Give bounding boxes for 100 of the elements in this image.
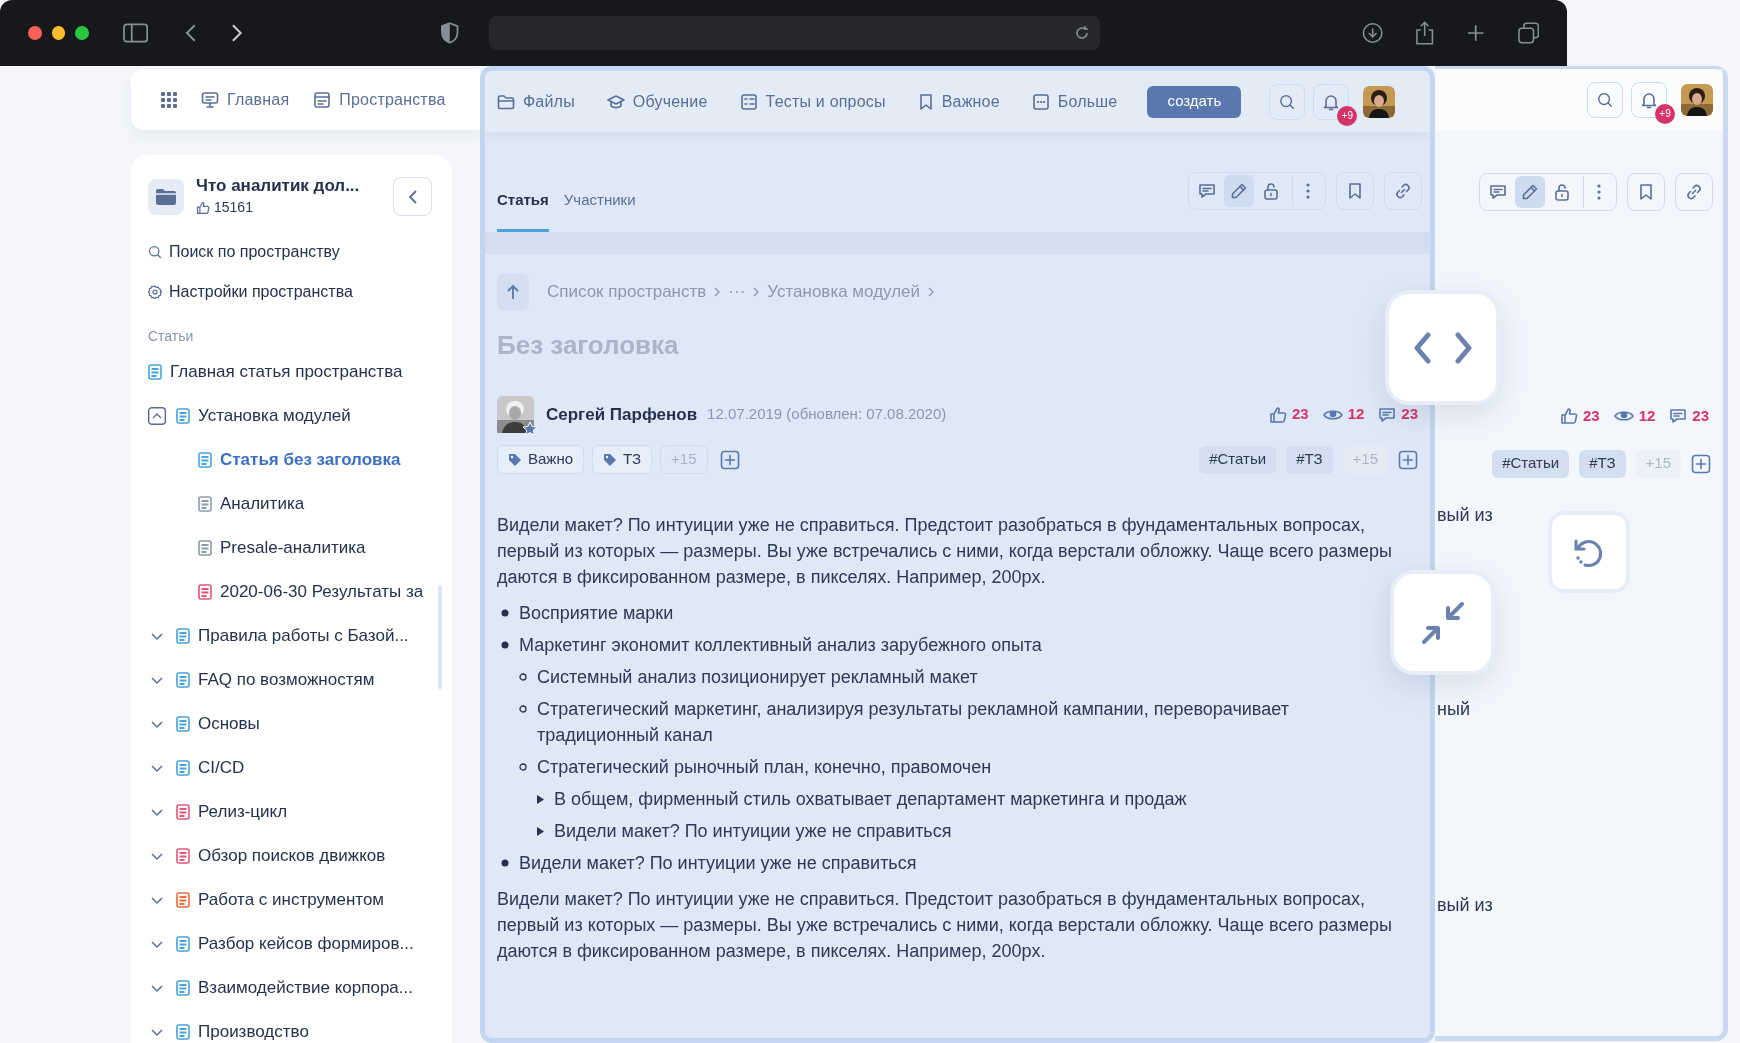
pencil-icon bbox=[1230, 182, 1248, 200]
thumbs-up-icon bbox=[1268, 405, 1287, 424]
reload-icon[interactable] bbox=[1073, 25, 1090, 41]
list-item-text: Видели макет? По интуиции уже не справиться bbox=[554, 820, 952, 843]
tag-icon bbox=[508, 452, 522, 467]
pencil-button[interactable] bbox=[1224, 175, 1254, 207]
monitor-icon bbox=[201, 90, 219, 109]
nav-link[interactable]: Пространства bbox=[313, 87, 446, 112]
list-item-text: Маркетинг экономит коллективный анализ зарубежного опыта bbox=[519, 634, 1042, 657]
tabs-overview-icon[interactable] bbox=[1517, 22, 1540, 44]
link-icon bbox=[1685, 183, 1703, 201]
tree-item[interactable]: Взаимодействие корпора... bbox=[131, 966, 452, 1010]
chevron-right-icon bbox=[928, 287, 935, 297]
comment-icon bbox=[1669, 407, 1688, 426]
bookmark-button[interactable] bbox=[1336, 172, 1374, 210]
new-tab-icon[interactable] bbox=[1466, 23, 1486, 43]
bell-icon bbox=[1322, 92, 1341, 111]
maximize-window-button[interactable] bbox=[75, 26, 89, 40]
sidebar-action[interactable]: Поиск по пространству bbox=[144, 232, 452, 272]
bookmark-button[interactable] bbox=[1627, 173, 1665, 211]
sidebar-toggle-icon[interactable] bbox=[122, 23, 148, 43]
bullet-icon bbox=[501, 641, 509, 649]
search-icon bbox=[1279, 93, 1296, 110]
minimize-window-button[interactable] bbox=[51, 26, 66, 40]
bookmark-icon bbox=[1347, 182, 1363, 200]
code-view-button[interactable] bbox=[1385, 290, 1500, 405]
view-count: 12 bbox=[1638, 406, 1656, 426]
unlocked-padlock-icon bbox=[1263, 182, 1279, 200]
graduation-cap-icon bbox=[606, 92, 625, 111]
nav-link[interactable]: Тесты и опросы bbox=[739, 89, 886, 114]
app-grid-icon[interactable] bbox=[161, 91, 177, 108]
tag-chip[interactable]: Важно bbox=[497, 445, 584, 474]
collapse-button[interactable] bbox=[1390, 570, 1495, 675]
publish-date: 12.07.2019 (обновлен: 07.08.2020) bbox=[707, 404, 947, 425]
like-count: 23 bbox=[1291, 404, 1309, 425]
tree-item[interactable]: Главная статья пространства bbox=[131, 350, 452, 394]
tree-item[interactable]: Основы bbox=[131, 702, 452, 746]
tree-item[interactable]: Обзор поисков движков bbox=[131, 834, 452, 878]
paragraph: Видели макет? По интуиции уже не справиться. Предстоит разобраться в фундаментальных вопросах, первый из которых — размеры. Вы уже встречались с ними, когда верстали обложку. Чаще всего размеры даются в фиксированном размере, в пикселях. Например, 200px. bbox=[497, 888, 1392, 963]
back-icon[interactable] bbox=[183, 23, 198, 43]
tree-item[interactable]: CI/CD bbox=[131, 746, 452, 790]
refresh-button[interactable] bbox=[1548, 511, 1630, 593]
search-button[interactable] bbox=[1269, 83, 1306, 120]
search-icon bbox=[1597, 91, 1613, 108]
hashtag[interactable]: #ТЗ bbox=[1286, 445, 1333, 474]
shield-icon[interactable] bbox=[441, 22, 459, 44]
share-icon[interactable] bbox=[1414, 21, 1435, 45]
scrollbar[interactable] bbox=[438, 585, 442, 690]
chevron-right-icon bbox=[714, 287, 721, 297]
collapse-sidebar-button[interactable] bbox=[393, 177, 432, 216]
tree-item[interactable]: Presale-аналитика bbox=[131, 526, 452, 570]
tab[interactable]: Участники bbox=[563, 172, 636, 232]
arrow-up-icon bbox=[506, 284, 520, 300]
list-item-text: В общем, фирменный стиль охватывает департамент маркетинга и продаж bbox=[554, 788, 1187, 811]
tree-item[interactable]: Правила работы с Базой... bbox=[131, 614, 452, 658]
list-item-text: Стратегический маркетинг, анализируя результаты рекламной кампании, переворачивает традиционный канал bbox=[537, 698, 1290, 747]
tree-item[interactable]: Релиз-цикл bbox=[131, 790, 452, 834]
nav-link[interactable]: Больше bbox=[1031, 89, 1118, 114]
like-count: 23 bbox=[1582, 406, 1600, 426]
pencil-button[interactable] bbox=[1515, 176, 1545, 208]
more-icon bbox=[1304, 182, 1311, 200]
author-name: Сергей Парфенов bbox=[546, 403, 698, 426]
tree-item[interactable]: FAQ по возможностям bbox=[131, 658, 452, 702]
tree-item[interactable]: Установка модулей bbox=[131, 394, 452, 438]
tag-icon bbox=[603, 452, 617, 467]
search-icon bbox=[148, 245, 162, 259]
link-icon bbox=[1394, 182, 1412, 200]
download-icon[interactable] bbox=[1361, 22, 1383, 44]
hashtag[interactable]: #Статьи bbox=[1492, 449, 1570, 478]
sidebar-action[interactable]: Настройки пространства bbox=[144, 272, 452, 312]
comment-icon bbox=[1489, 183, 1507, 201]
nav-link[interactable]: Файлы bbox=[497, 89, 575, 114]
hashtag[interactable]: #Статьи bbox=[1199, 445, 1277, 474]
tree-item[interactable]: Аналитика bbox=[131, 482, 452, 526]
star-icon bbox=[522, 421, 538, 437]
comment-icon bbox=[1198, 182, 1216, 200]
hashtag[interactable]: #ТЗ bbox=[1579, 449, 1626, 478]
list-item-text: Видели макет? По интуиции уже не справиться bbox=[519, 852, 917, 875]
create-button[interactable]: создать bbox=[1147, 85, 1242, 118]
link-button[interactable] bbox=[1384, 172, 1422, 210]
nav-link[interactable]: Обучение bbox=[606, 89, 708, 114]
nav-link[interactable]: Важное bbox=[917, 89, 1000, 114]
chevron-left-icon bbox=[407, 188, 418, 205]
link-button[interactable] bbox=[1675, 173, 1713, 211]
nav-link[interactable]: Главная bbox=[201, 87, 290, 112]
tree-item[interactable]: Работа с инструментом bbox=[131, 878, 452, 922]
pencil-icon bbox=[1521, 183, 1539, 201]
tree-item[interactable]: Разбор кейсов формиров... bbox=[131, 922, 452, 966]
chevron-right-icon bbox=[753, 287, 760, 297]
settings-icon bbox=[148, 285, 162, 299]
notification-badge: +9 bbox=[1655, 103, 1675, 124]
tree-item[interactable]: 2020-06-30 Результаты за bbox=[131, 570, 452, 614]
tree-item[interactable]: Статья без заголовка bbox=[131, 438, 452, 482]
tree-item[interactable]: Производство bbox=[131, 1010, 452, 1043]
close-window-button[interactable] bbox=[28, 26, 42, 40]
tag-chip[interactable]: ТЗ bbox=[592, 445, 653, 474]
up-button[interactable] bbox=[497, 274, 529, 310]
text-fragment: вый из bbox=[1436, 893, 1494, 917]
search-button[interactable] bbox=[1587, 81, 1623, 118]
chevron-up-icon[interactable] bbox=[148, 407, 166, 425]
